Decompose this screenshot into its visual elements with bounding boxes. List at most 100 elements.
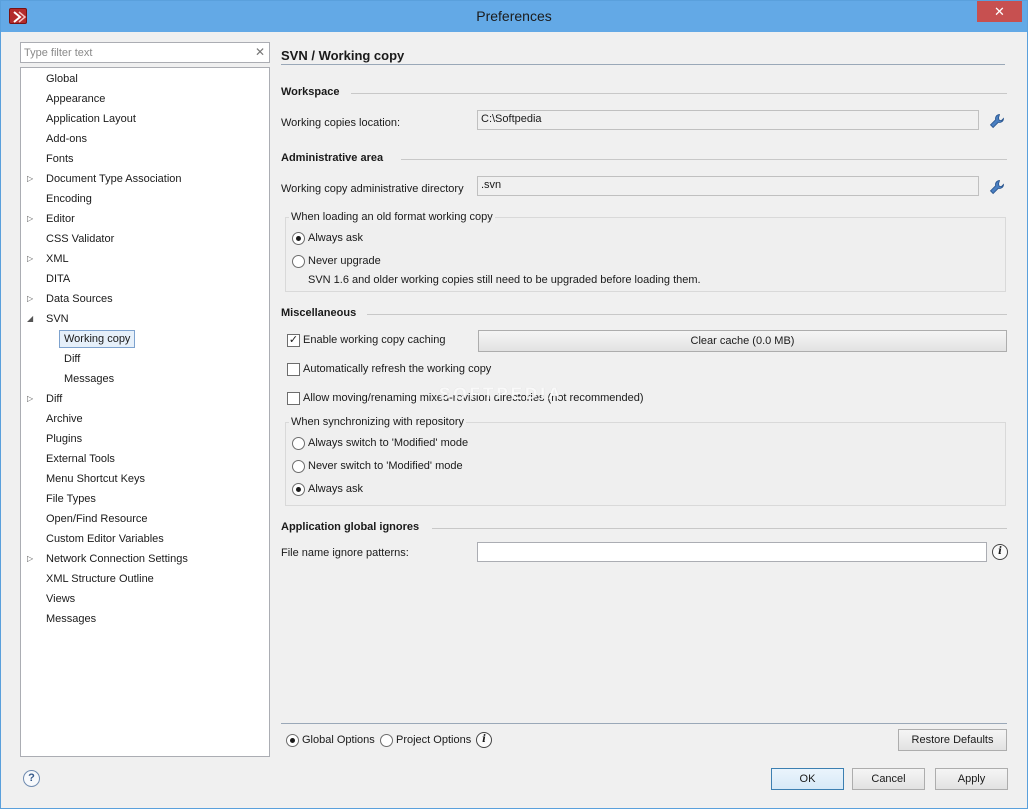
radio-always-ask-label[interactable]: Always ask — [308, 232, 363, 244]
tree-item-label: Diff — [64, 353, 81, 365]
tree-item[interactable]: Messages — [46, 610, 96, 628]
working-copies-location-field[interactable]: C:\Softpedia — [477, 110, 979, 130]
ignore-patterns-input[interactable] — [477, 542, 987, 562]
tree-item[interactable]: Plugins — [46, 430, 82, 448]
tree-child-item[interactable]: Messages — [64, 370, 114, 388]
expand-arrow-icon[interactable]: ▷ — [27, 290, 37, 308]
tree-child-item[interactable]: Working copy — [59, 330, 136, 348]
tree-item-label: Views — [46, 593, 76, 605]
wrench-icon[interactable] — [989, 113, 1005, 129]
section-divider — [401, 159, 1007, 160]
checkbox-allow-moving[interactable] — [287, 392, 300, 405]
expand-arrow-icon[interactable]: ▷ — [27, 550, 37, 568]
tree-item[interactable]: ◢ SVN — [27, 310, 69, 328]
info-icon[interactable]: i — [476, 732, 492, 748]
clear-filter-icon[interactable]: ✕ — [255, 45, 265, 59]
radio-sync-always-ask-label[interactable]: Always ask — [308, 483, 363, 495]
checkbox-auto-refresh[interactable] — [287, 363, 300, 376]
help-icon[interactable]: ? — [23, 770, 40, 787]
radio-sync-always-ask[interactable] — [292, 483, 305, 496]
tree-item-label: Add-ons — [46, 133, 87, 145]
tree-item[interactable]: ▷ Document Type Association — [27, 170, 182, 188]
radio-project-options[interactable] — [380, 734, 393, 747]
filter-box: ✕ — [20, 42, 270, 63]
tree-item[interactable]: ▷ Editor — [27, 210, 75, 228]
tree-item-label: Global — [46, 73, 78, 85]
expand-arrow-icon[interactable]: ▷ — [27, 170, 37, 188]
radio-always-ask[interactable] — [292, 232, 305, 245]
tree-item[interactable]: Views — [46, 590, 75, 608]
tree-item[interactable]: XML Structure Outline — [46, 570, 154, 588]
info-icon[interactable]: i — [992, 544, 1008, 560]
tree-item-label: Plugins — [46, 433, 83, 445]
tree-item[interactable]: Encoding — [46, 190, 92, 208]
admin-directory-field[interactable]: .svn — [477, 176, 979, 196]
tree-item[interactable]: Appearance — [46, 90, 105, 108]
radio-always-switch-label[interactable]: Always switch to 'Modified' mode — [308, 437, 468, 449]
tree-item-label: File Types — [46, 493, 96, 505]
radio-never-switch-label[interactable]: Never switch to 'Modified' mode — [308, 460, 463, 472]
tree-item[interactable]: Global — [46, 70, 78, 88]
clear-cache-button[interactable]: Clear cache (0.0 MB) — [478, 330, 1007, 352]
section-admin-title: Administrative area — [281, 152, 384, 164]
expand-arrow-icon[interactable]: ▷ — [27, 250, 37, 268]
checkbox-enable-caching[interactable]: ✓ — [287, 334, 300, 347]
tree-item-label: Editor — [46, 213, 75, 225]
tree-item[interactable]: DITA — [46, 270, 70, 288]
tree-item-label: Encoding — [46, 193, 92, 205]
wrench-icon[interactable] — [989, 179, 1005, 195]
preferences-window: Preferences ✕ ✕ Global Appearance Applicat… — [0, 0, 1028, 809]
tree-item[interactable]: Menu Shortcut Keys — [46, 470, 145, 488]
tree-item[interactable]: Fonts — [46, 150, 74, 168]
ok-button[interactable]: OK — [771, 768, 844, 790]
tree-item[interactable]: Add-ons — [46, 130, 87, 148]
tree-item-label: Archive — [46, 413, 83, 425]
global-options-label[interactable]: Global Options — [302, 734, 375, 746]
tree-item[interactable]: ▷ Data Sources — [27, 290, 113, 308]
radio-never-upgrade-label[interactable]: Never upgrade — [308, 255, 381, 267]
radio-global-options[interactable] — [286, 734, 299, 747]
section-divider — [367, 314, 1007, 315]
tree-item[interactable]: Archive — [46, 410, 83, 428]
tree-item-label: XML Structure Outline — [46, 573, 154, 585]
tree-item-label: Data Sources — [46, 293, 113, 305]
auto-refresh-label[interactable]: Automatically refresh the working copy — [303, 363, 491, 375]
close-icon: ✕ — [994, 3, 1005, 19]
tree-item-label: Custom Editor Variables — [46, 533, 164, 545]
tree-child-item[interactable]: Diff — [64, 350, 80, 368]
apply-button[interactable]: Apply — [935, 768, 1008, 790]
radio-never-upgrade[interactable] — [292, 255, 305, 268]
tree-item[interactable]: ▷ XML — [27, 250, 69, 268]
admin-directory-label: Working copy administrative directory — [281, 183, 464, 195]
cancel-button[interactable]: Cancel — [852, 768, 925, 790]
tree-item[interactable]: CSS Validator — [46, 230, 114, 248]
tree-item[interactable]: File Types — [46, 490, 96, 508]
tree-item-label: Appearance — [46, 93, 106, 105]
restore-defaults-button[interactable]: Restore Defaults — [898, 729, 1007, 751]
tree-item[interactable]: ▷ Network Connection Settings — [27, 550, 188, 568]
project-options-label[interactable]: Project Options — [396, 734, 471, 746]
bottom-divider — [281, 723, 1007, 724]
radio-always-switch-modified[interactable] — [292, 437, 305, 450]
tree-item-label: XML — [46, 253, 69, 265]
close-button[interactable]: ✕ — [977, 1, 1022, 22]
expanded-arrow-icon[interactable]: ◢ — [27, 310, 37, 328]
tree-item-label: Fonts — [46, 153, 74, 165]
tree-item[interactable]: ▷ Diff — [27, 390, 62, 408]
tree-item-label: Document Type Association — [46, 173, 182, 185]
section-divider — [351, 93, 1007, 94]
title-bar[interactable]: Preferences ✕ — [1, 1, 1027, 32]
preferences-tree[interactable]: Global Appearance Application Layout Add-on… — [20, 67, 270, 757]
sync-group-caption: When synchronizing with repository — [289, 416, 467, 428]
enable-caching-label[interactable]: Enable working copy caching — [303, 334, 445, 346]
tree-item[interactable]: Open/Find Resource — [46, 510, 148, 528]
tree-item-label: Menu Shortcut Keys — [46, 473, 146, 485]
filter-input[interactable] — [21, 43, 241, 62]
tree-item-label: CSS Validator — [46, 233, 115, 245]
tree-item[interactable]: Custom Editor Variables — [46, 530, 164, 548]
radio-never-switch-modified[interactable] — [292, 460, 305, 473]
tree-item[interactable]: External Tools — [46, 450, 115, 468]
expand-arrow-icon[interactable]: ▷ — [27, 390, 37, 408]
tree-item[interactable]: Application Layout — [46, 110, 136, 128]
expand-arrow-icon[interactable]: ▷ — [27, 210, 37, 228]
